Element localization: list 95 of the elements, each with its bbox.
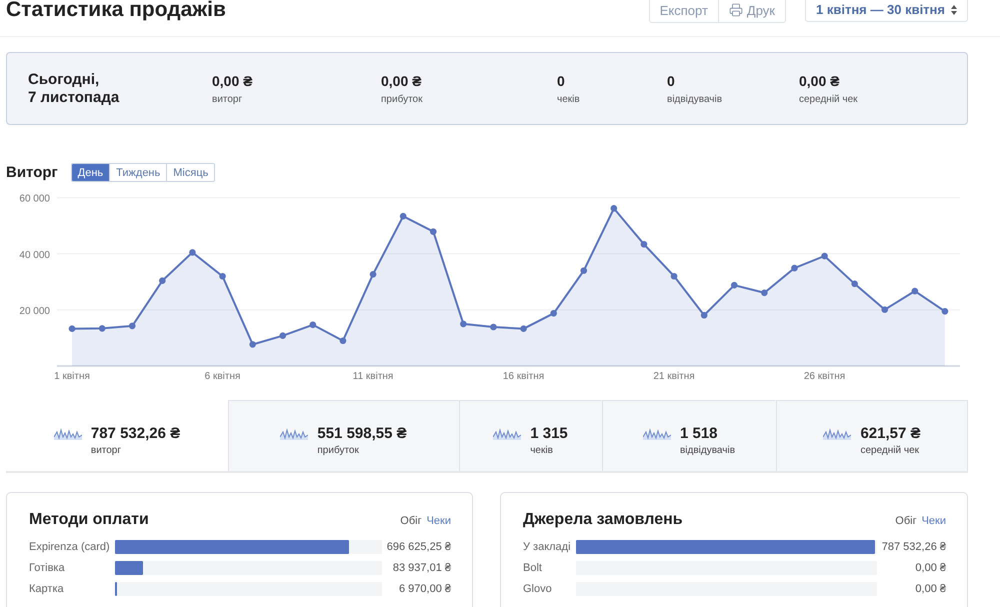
- row-amount: 696 625,25 ₴: [386, 541, 451, 553]
- metric-label: середній чек: [860, 445, 920, 456]
- point: [942, 308, 948, 315]
- metric-value: 1 518: [680, 425, 719, 442]
- stat-value: 0: [557, 72, 566, 88]
- page-title: Статистика продажів: [6, 0, 226, 21]
- row-amount: 787 532,26 ₴: [882, 541, 946, 553]
- x-axis-label: 1 квітня: [54, 371, 90, 382]
- metric-tile[interactable]: 551 598,55 ₴ прибуток: [228, 400, 459, 471]
- period-tab[interactable]: Місяць: [166, 164, 214, 181]
- x-axis-label: 26 квітня: [804, 371, 846, 382]
- point: [400, 212, 406, 220]
- point: [821, 252, 828, 260]
- metric-label: виторг: [90, 445, 122, 456]
- point: [310, 321, 316, 328]
- card-title: Методи оплати: [29, 510, 149, 529]
- point: [761, 289, 768, 296]
- date-range-button[interactable]: 1 квітня — 30 квітня: [805, 0, 968, 22]
- x-axis-label: 21 квітня: [653, 371, 695, 382]
- mode-toggle-link[interactable]: Чеки: [426, 515, 451, 527]
- stat-value: 0,00 ₴: [799, 72, 840, 88]
- y-axis-label: 20 000: [19, 306, 50, 317]
- point: [370, 270, 376, 278]
- chart-title: Виторг: [6, 164, 58, 181]
- metric-tile[interactable]: 1 518 відвідувачів: [602, 400, 776, 471]
- point: [68, 325, 76, 332]
- y-axis-label: 60 000: [19, 194, 50, 205]
- x-axis-label: 16 квітня: [502, 371, 544, 382]
- metric-tile[interactable]: 1 315 чеків: [459, 400, 602, 471]
- metric-value: 621,57 ₴: [860, 425, 921, 442]
- row-label: У закладі: [523, 541, 571, 553]
- mode-toggle-link[interactable]: Обіг: [400, 515, 422, 527]
- point: [219, 272, 226, 280]
- point: [189, 249, 196, 256]
- card-title: Джерела замовлень: [523, 510, 683, 529]
- point: [670, 272, 678, 280]
- point: [912, 288, 918, 294]
- sparkline-icon: [54, 428, 82, 440]
- row-label: Картка: [29, 583, 65, 595]
- today-heading: Сьогодні, 7 листопада: [28, 70, 120, 106]
- point: [640, 240, 648, 248]
- stat-value: 0,00 ₴: [212, 72, 254, 88]
- point: [580, 267, 588, 274]
- point: [249, 341, 256, 348]
- metric-value: 1 315: [530, 425, 568, 442]
- period-tab[interactable]: День: [72, 164, 110, 181]
- point: [279, 332, 286, 340]
- point: [159, 277, 166, 284]
- metric-label: відвідувачів: [680, 445, 736, 456]
- y-axis-label: 40 000: [19, 250, 50, 261]
- point: [128, 322, 136, 330]
- row-amount: 0,00 ₴: [914, 562, 946, 574]
- point: [881, 306, 888, 313]
- stat-label: середній чек: [799, 94, 859, 104]
- sparkline-icon: [493, 428, 522, 440]
- point: [460, 320, 467, 328]
- stat-value: 0: [667, 72, 676, 88]
- row-label: Glovo: [523, 583, 553, 595]
- point: [700, 312, 708, 319]
- point: [340, 337, 346, 344]
- point: [490, 324, 497, 330]
- print-button[interactable]: Друк: [718, 0, 785, 22]
- row-amount: 0,00 ₴: [914, 583, 946, 595]
- point: [610, 205, 618, 212]
- point: [430, 228, 437, 235]
- stat-value: 0,00 ₴: [381, 72, 422, 88]
- metric-value: 787 532,26 ₴: [90, 425, 180, 442]
- point: [791, 264, 798, 272]
- metric-label: чеків: [530, 445, 554, 456]
- x-axis-label: 11 квітня: [352, 371, 394, 382]
- point: [98, 325, 106, 332]
- metric-label: прибуток: [317, 445, 360, 456]
- point: [851, 280, 858, 288]
- sort-caret-icon: [950, 4, 957, 14]
- mode-toggle-link[interactable]: Обіг: [895, 515, 917, 527]
- point: [730, 282, 738, 289]
- sparkline-icon: [823, 428, 852, 440]
- stat-label: відвідувачів: [667, 94, 724, 104]
- row-label: Bolt: [523, 562, 543, 574]
- point: [550, 310, 557, 317]
- sparkline-icon: [280, 428, 308, 440]
- metric-value: 551 598,55 ₴: [317, 425, 407, 442]
- stat-label: прибуток: [381, 94, 424, 104]
- mode-toggle-link[interactable]: Чеки: [922, 515, 946, 527]
- printer-icon: [728, 3, 743, 17]
- row-amount: 6 970,00 ₴: [398, 583, 451, 595]
- metric-tile[interactable]: 621,57 ₴ середній чек: [776, 400, 968, 471]
- row-amount: 83 937,01 ₴: [392, 562, 451, 574]
- sparkline-icon: [642, 428, 671, 440]
- row-label: Expirenza (card): [29, 541, 110, 553]
- stat-label: чеків: [557, 94, 581, 104]
- row-label: Готівка: [29, 562, 66, 574]
- point: [520, 325, 527, 332]
- x-axis-label: 6 квітня: [204, 371, 240, 382]
- stat-label: виторг: [212, 94, 244, 104]
